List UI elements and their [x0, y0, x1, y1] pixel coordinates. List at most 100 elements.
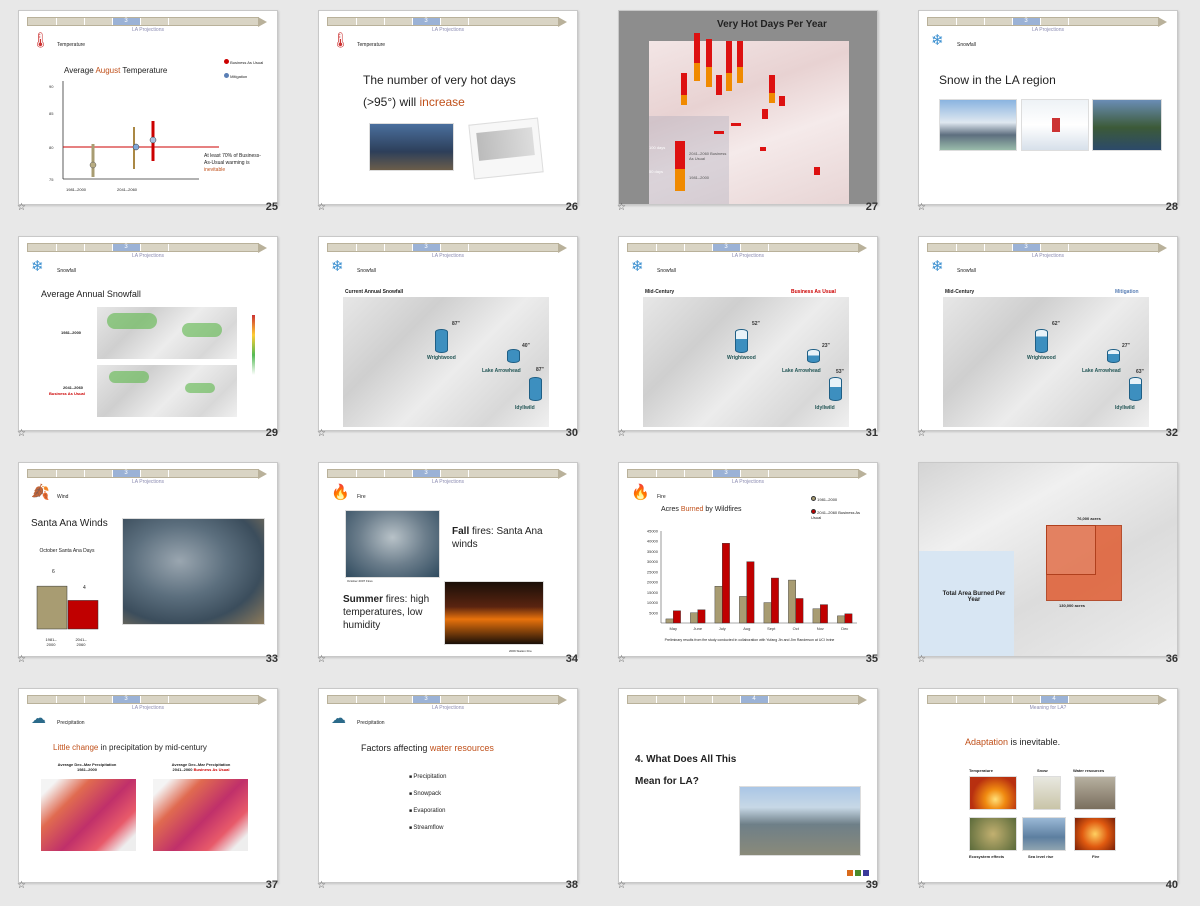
star-icon[interactable]: ☆	[17, 202, 26, 213]
list-item: ■ Streamflow	[409, 825, 444, 831]
photo-skiers	[1021, 99, 1089, 151]
star-icon[interactable]: ☆	[17, 428, 26, 439]
slide-thumb-32[interactable]: 3 LA Projections ❄ Snowfall Mid-Century …	[900, 226, 1200, 451]
square-orange	[847, 870, 853, 876]
slide-38[interactable]: 3 LA Projections ☁ Precipitation Factors…	[318, 688, 578, 883]
area-76k	[1046, 525, 1096, 575]
snow-cylinder	[829, 377, 842, 401]
star-icon[interactable]: ☆	[17, 654, 26, 665]
star-icon[interactable]: ☆	[617, 880, 626, 891]
photo-fire	[1074, 817, 1116, 851]
slide-32[interactable]: 3 LA Projections ❄ Snowfall Mid-Century …	[918, 236, 1178, 431]
slide-thumb-25[interactable]: 3 LA Projections 🌡 Temperature Average A…	[0, 0, 300, 225]
photo-sun	[969, 776, 1017, 810]
slide-34[interactable]: 3 LA Projections 🔥 Fire October 2007 Fir…	[318, 462, 578, 657]
bau-point	[149, 136, 157, 144]
slide-30[interactable]: 3 LA Projections ❄ Snowfall Current Annu…	[318, 236, 578, 431]
fall-fire-satellite	[345, 510, 440, 578]
bar-2041	[67, 600, 99, 630]
slide-title: Average August Temperature	[64, 66, 168, 75]
slide-28[interactable]: 3 LA Projections ❄ Snowfall Snow in the …	[918, 10, 1178, 205]
star-icon[interactable]: ☆	[917, 654, 926, 665]
slide-thumb-38[interactable]: 3 LA Projections ☁ Precipitation Factors…	[300, 678, 600, 903]
slide-33[interactable]: 3 LA Projections 🍂 Wind Santa Ana Winds …	[18, 462, 278, 657]
slide-36[interactable]: Total Area Burned Per Year 76,000 acres …	[918, 462, 1178, 657]
y-tick-label: 15000	[647, 590, 659, 595]
chart-bar	[763, 602, 772, 624]
leaves-icon: 🍂	[31, 484, 50, 501]
slide-thumb-40[interactable]: 4 Meaning for LA? Adaptation is inevitab…	[900, 678, 1200, 903]
thermometer-icon: 🌡	[31, 32, 51, 49]
santa-ana-chart	[36, 585, 99, 630]
star-icon[interactable]: ☆	[917, 880, 926, 891]
star-icon[interactable]: ☆	[317, 428, 326, 439]
y-tick-label: 10000	[647, 600, 659, 605]
slide-thumb-28[interactable]: 3 LA Projections ❄ Snowfall Snow in the …	[900, 0, 1200, 225]
y-tick: 90	[49, 84, 54, 89]
slide-thumb-29[interactable]: 3 LA Projections ❄ Snowfall Average Annu…	[0, 226, 300, 451]
photo-la-skyline	[939, 99, 1017, 151]
star-icon[interactable]: ☆	[317, 202, 326, 213]
photo-snow	[1033, 776, 1061, 810]
slide-thumb-27[interactable]: Very Hot Days Per Year 100 days 50 days …	[600, 0, 900, 225]
chart-bar	[714, 586, 723, 624]
slide-39[interactable]: 4 4. What Does All This Mean for LA?	[618, 688, 878, 883]
list-item: ■ Precipitation	[409, 774, 447, 780]
chart-bar	[665, 618, 674, 624]
chart-bar	[673, 610, 681, 624]
chart-bar	[837, 615, 845, 624]
square-green	[855, 870, 861, 876]
snow-cylinder	[1129, 377, 1142, 401]
slide-thumb-26[interactable]: 3 LA Projections 🌡 Temperature The numbe…	[300, 0, 600, 225]
mitigation-point	[132, 143, 140, 151]
slide-37[interactable]: 3 LA Projections ☁ Precipitation Little …	[18, 688, 278, 883]
list-item: ■ Snowpack	[409, 791, 442, 797]
snow-cylinder	[1107, 349, 1120, 363]
slide-thumb-33[interactable]: 3 LA Projections 🍂 Wind Santa Ana Winds …	[0, 452, 300, 677]
chart-bar	[690, 612, 698, 624]
slide-26[interactable]: 3 LA Projections 🌡 Temperature The numbe…	[318, 10, 578, 205]
slide-31[interactable]: 3 LA Projections ❄ Snowfall Mid-Century …	[618, 236, 878, 431]
chart-bar	[844, 613, 853, 624]
chart-bar	[722, 543, 730, 624]
slide-40[interactable]: 4 Meaning for LA? Adaptation is inevitab…	[918, 688, 1178, 883]
chart-bar	[739, 596, 747, 624]
slide-thumb-31[interactable]: 3 LA Projections ❄ Snowfall Mid-Century …	[600, 226, 900, 451]
y-tick: 85	[49, 111, 54, 116]
la-city-photo	[739, 786, 861, 856]
photo-man-hot	[369, 123, 454, 171]
rain-cloud-icon: ☁	[331, 710, 346, 727]
hot-days-bars	[675, 33, 820, 191]
slide-thumb-34[interactable]: 3 LA Projections 🔥 Fire October 2007 Fir…	[300, 452, 600, 677]
chart-bar	[820, 604, 828, 624]
star-icon[interactable]: ☆	[317, 880, 326, 891]
slide-thumb-30[interactable]: 3 LA Projections ❄ Snowfall Current Annu…	[300, 226, 600, 451]
snow-cylinder	[507, 349, 520, 363]
slide-29[interactable]: 3 LA Projections ❄ Snowfall Average Annu…	[18, 236, 278, 431]
star-icon[interactable]: ☆	[917, 202, 926, 213]
y-tick: 80	[49, 145, 54, 150]
y-tick-label: 35000	[647, 549, 659, 554]
y-tick-label: 30000	[647, 559, 659, 564]
slide-25[interactable]: 3 LA Projections 🌡 Temperature Average A…	[18, 10, 278, 205]
x-tick-label: June	[693, 626, 702, 631]
slide-thumb-37[interactable]: 3 LA Projections ☁ Precipitation Little …	[0, 678, 300, 903]
star-icon[interactable]: ☆	[617, 202, 626, 213]
slide-thumb-36[interactable]: Total Area Burned Per Year 76,000 acres …	[900, 452, 1200, 677]
chart-bar	[771, 577, 779, 624]
slide-thumb-39[interactable]: 4 4. What Does All This Mean for LA? ☆ 39	[600, 678, 900, 903]
legend-marker	[811, 509, 816, 514]
precip-map-1	[41, 779, 136, 851]
slide-thumb-35[interactable]: 3 LA Projections 🔥 Fire Acres Burned by …	[600, 452, 900, 677]
slide-27[interactable]: Very Hot Days Per Year 100 days 50 days …	[618, 10, 878, 205]
star-icon[interactable]: ☆	[317, 654, 326, 665]
star-icon[interactable]: ☆	[617, 428, 626, 439]
temperature-chart: 90 85 80 75	[49, 81, 219, 182]
star-icon[interactable]: ☆	[617, 654, 626, 665]
snowflake-icon: ❄	[931, 258, 944, 275]
star-icon[interactable]: ☆	[17, 880, 26, 891]
photo-dry	[1074, 776, 1116, 810]
slide-35[interactable]: 3 LA Projections 🔥 Fire Acres Burned by …	[618, 462, 878, 657]
photo-sea	[1022, 817, 1066, 851]
star-icon[interactable]: ☆	[917, 428, 926, 439]
